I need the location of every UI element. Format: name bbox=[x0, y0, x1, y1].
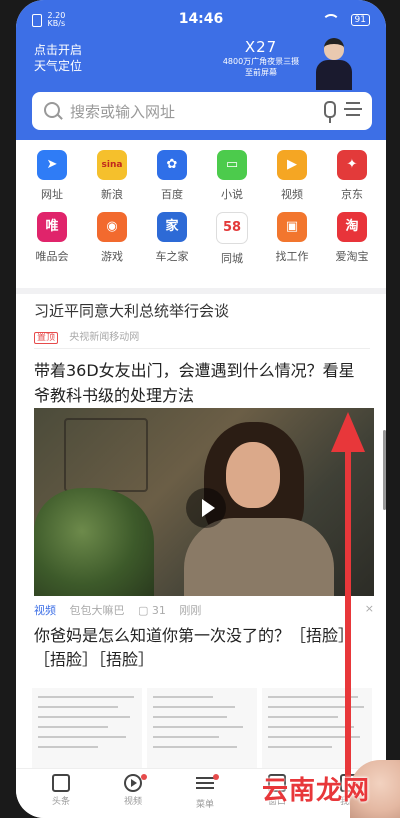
shortcut-label: 网址 bbox=[41, 188, 63, 201]
nav-item-2[interactable]: 菜单 bbox=[175, 774, 235, 810]
ad-text: X27 4800万广角夜景三摄 至前屏幕 bbox=[206, 38, 316, 78]
location-line1: 点击开启 bbox=[34, 43, 83, 57]
shortcut-1[interactable]: sina 新浪 bbox=[90, 150, 134, 202]
shortcut-label: 视频 bbox=[281, 188, 303, 201]
nav-item-1[interactable]: 视频 bbox=[103, 774, 163, 807]
scrollbar[interactable] bbox=[383, 430, 386, 510]
notification-dot bbox=[141, 774, 147, 780]
comment-icon: ▢ bbox=[138, 604, 152, 617]
ad-person-image bbox=[312, 34, 356, 90]
navigation-icon: ➤ bbox=[37, 150, 67, 180]
shortcut-label: 京东 bbox=[341, 188, 363, 201]
nav-label: 菜单 bbox=[195, 800, 214, 810]
video-tag: 视频 bbox=[34, 604, 56, 617]
video-meta: 视频 包包大嘛巴 ▢ 31 刚刚 × bbox=[34, 602, 374, 618]
shortcut-label: 小说 bbox=[221, 188, 243, 201]
taobao-icon: 淘 bbox=[337, 212, 367, 242]
shortcut-label: 游戏 bbox=[101, 250, 123, 263]
status-bar: 2.20 KB/s 14:46 91 bbox=[16, 10, 386, 30]
shortcut-11[interactable]: 淘爱淘宝 bbox=[330, 212, 374, 264]
comment-count: 31 bbox=[151, 604, 166, 617]
nav-label: 头条 bbox=[51, 797, 70, 807]
watermark: 云南龙网 bbox=[262, 776, 371, 806]
shortcut-label: 找工作 bbox=[275, 250, 309, 263]
weather-location-button[interactable]: 点击开启 天气定位 bbox=[34, 42, 82, 74]
news-thumbnails[interactable] bbox=[32, 688, 372, 768]
job-icon: ▣ bbox=[277, 212, 307, 242]
news-title[interactable]: 习近平同意大利总统举行会谈 bbox=[34, 300, 370, 321]
game-icon: ◉ bbox=[97, 212, 127, 242]
play-icon bbox=[124, 774, 142, 792]
shortcut-0[interactable]: ➤ 网址 bbox=[30, 150, 74, 202]
person-face bbox=[226, 442, 280, 508]
main-content: ➤ 网址 sina 新浪 ✿ 百度 ▭ 小说 ▶ 视频 ✦ 京东唯唯品会 ◉ 游戏 家车之家 58 同城 ▣ 找工作… bbox=[16, 140, 386, 768]
video-news-title[interactable]: 带着36D女友出门，会遭遇到什么情况？看星爷教科书级的处理方法 bbox=[34, 358, 370, 408]
news-item-title[interactable]: 你爸妈是怎么知道你第一次没了的？［捂脸］［捂脸］［捂脸］ bbox=[34, 624, 374, 672]
scan-icon[interactable] bbox=[344, 102, 362, 116]
header-ad-banner[interactable]: X27 4800万广角夜景三摄 至前屏幕 bbox=[166, 34, 386, 90]
shortcut-4[interactable]: ▶ 视频 bbox=[270, 150, 314, 202]
wifi-icon bbox=[322, 13, 341, 26]
battery-icon: 91 bbox=[350, 13, 370, 26]
news-item-pinned[interactable]: 习近平同意大利总统举行会谈 置顶 央视新闻移动网 bbox=[34, 300, 370, 344]
car-icon: 家 bbox=[157, 212, 187, 242]
news-meta: 置顶 央视新闻移动网 bbox=[34, 328, 370, 344]
news-icon bbox=[52, 774, 70, 792]
nav-item-0[interactable]: 头条 bbox=[31, 774, 91, 807]
ad-brand: X27 bbox=[244, 38, 278, 56]
news-thumbnail bbox=[262, 688, 372, 768]
annotation-arrow bbox=[345, 440, 351, 780]
status-icons: 91 bbox=[322, 12, 370, 27]
shortcut-label: 车之家 bbox=[155, 250, 189, 263]
notification-dot bbox=[213, 774, 219, 780]
person-body bbox=[184, 518, 334, 596]
baidu-icon: ✿ bbox=[157, 150, 187, 180]
video-icon: ▶ bbox=[277, 150, 307, 180]
shortcut-10[interactable]: ▣ 找工作 bbox=[270, 212, 314, 264]
book-icon: ▭ bbox=[217, 150, 247, 180]
section-divider bbox=[16, 288, 386, 294]
search-icon bbox=[44, 102, 60, 118]
video-source: 包包大嘛巴 bbox=[69, 604, 125, 617]
pinned-badge: 置顶 bbox=[34, 332, 59, 344]
play-button-icon[interactable] bbox=[186, 488, 226, 528]
shortcut-2[interactable]: ✿ 百度 bbox=[150, 150, 194, 202]
news-thumbnail bbox=[147, 688, 257, 768]
video-thumbnail[interactable] bbox=[34, 408, 374, 596]
shortcut-label: 新浪 bbox=[101, 188, 123, 201]
shortcut-9[interactable]: 58 同城 bbox=[210, 212, 254, 266]
shortcut-3[interactable]: ▭ 小说 bbox=[210, 150, 254, 202]
header: 2.20 KB/s 14:46 91 点击开启 天气定位 X27 4800万广角… bbox=[16, 0, 386, 140]
jd-icon: ✦ bbox=[337, 150, 367, 180]
shortcut-8[interactable]: 家车之家 bbox=[150, 212, 194, 264]
ad-line2: 至前屏幕 bbox=[245, 68, 277, 77]
nav-label: 视频 bbox=[123, 797, 142, 807]
vip-icon: 唯 bbox=[37, 212, 67, 242]
shortcut-label: 唯品会 bbox=[35, 250, 69, 263]
divider bbox=[34, 348, 370, 349]
phone-screen: 2.20 KB/s 14:46 91 点击开启 天气定位 X27 4800万广角… bbox=[16, 0, 386, 818]
news-source: 央视新闻移动网 bbox=[69, 332, 140, 343]
search-placeholder[interactable]: 搜索或输入网址 bbox=[70, 101, 175, 122]
shortcut-label: 同城 bbox=[221, 252, 243, 265]
chair-shape bbox=[64, 418, 148, 492]
plant-shape bbox=[34, 488, 154, 596]
menu-icon bbox=[196, 777, 214, 793]
58-icon: 58 bbox=[216, 212, 248, 244]
microphone-icon[interactable] bbox=[324, 101, 336, 123]
shortcut-5[interactable]: ✦ 京东 bbox=[330, 150, 374, 202]
sina-icon: sina bbox=[97, 150, 127, 180]
shortcut-6[interactable]: 唯唯品会 bbox=[30, 212, 74, 264]
shortcut-label: 百度 bbox=[161, 188, 183, 201]
news-thumbnail bbox=[32, 688, 142, 768]
shortcut-label: 爱淘宝 bbox=[335, 250, 369, 263]
shortcut-7[interactable]: ◉ 游戏 bbox=[90, 212, 134, 264]
video-time: 刚刚 bbox=[179, 604, 202, 617]
close-icon[interactable]: × bbox=[365, 602, 374, 615]
search-bar[interactable]: 搜索或输入网址 bbox=[32, 92, 372, 130]
ad-line1: 4800万广角夜景三摄 bbox=[222, 57, 300, 66]
location-line2: 天气定位 bbox=[34, 59, 83, 73]
